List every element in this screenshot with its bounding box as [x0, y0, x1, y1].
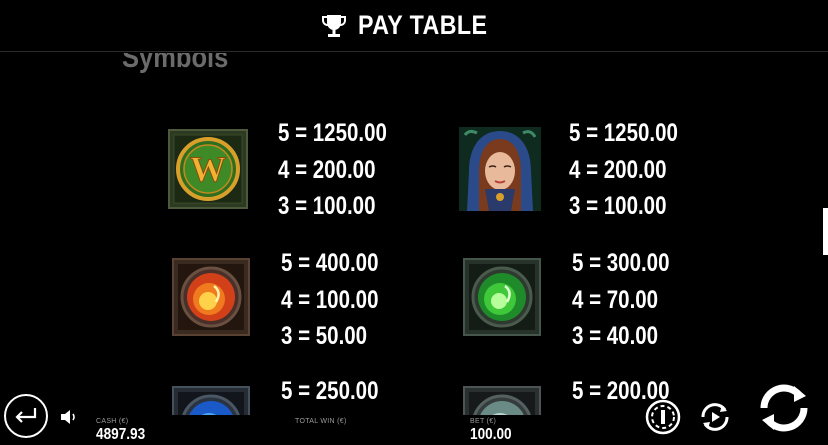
payout-5: 5 = 400.00: [281, 249, 379, 277]
payout-list: 5 = 1250.00 4 = 200.00 3 = 100.00: [569, 115, 678, 225]
coin-stack-icon[interactable]: [645, 399, 681, 435]
payout-4: 4 = 200.00: [569, 155, 667, 184]
payout-list: 5 = 250.00: [281, 373, 378, 410]
payout-5: 5 = 250.00: [281, 377, 379, 405]
payout-list: 5 = 1250.00 4 = 200.00 3 = 100.00: [278, 115, 387, 225]
hooded-woman-symbol-icon: [459, 127, 541, 211]
scrollbar-thumb[interactable]: [823, 208, 828, 255]
payout-5: 5 = 300.00: [572, 249, 670, 277]
speaker-icon[interactable]: [58, 406, 80, 428]
payout-3: 3 = 100.00: [278, 192, 376, 220]
payout-list: 5 = 300.00 4 = 70.00 3 = 40.00: [572, 245, 669, 355]
autoplay-icon[interactable]: [697, 399, 733, 435]
wild-w-symbol-icon: W: [168, 129, 248, 209]
payout-list: 5 = 400.00 4 = 100.00 3 = 50.00: [281, 245, 378, 355]
svg-text:W: W: [190, 149, 226, 189]
payout-4: 4 = 200.00: [278, 155, 376, 184]
back-button[interactable]: [4, 394, 48, 438]
return-arrow-icon: [15, 408, 37, 423]
cash-label: CASH (€): [96, 418, 129, 425]
pay-table-header: PAY TABLE: [0, 0, 828, 52]
trophy-icon: [321, 14, 346, 37]
bet-value: 100.00: [470, 426, 512, 443]
silver-orb-symbol-icon: [463, 386, 541, 415]
bet-label: BET (€): [470, 418, 497, 425]
spin-icon[interactable]: [756, 380, 812, 436]
fire-orb-symbol-icon: [172, 258, 250, 336]
payout-4: 4 = 100.00: [281, 285, 379, 314]
payout-3: 3 = 40.00: [572, 322, 659, 350]
cash-value: 4897.93: [96, 426, 146, 443]
payout-5: 5 = 1250.00: [569, 119, 678, 147]
pay-table-content[interactable]: Symbols W 5 = 1250.00 4 = 200.00 3 = 100…: [0, 53, 828, 415]
total-win-label: TOTAL WIN (€): [295, 418, 347, 425]
page-title: PAY TABLE: [357, 10, 488, 40]
payout-5: 5 = 1250.00: [278, 119, 387, 147]
payout-4: 4 = 70.00: [572, 285, 659, 314]
payout-3: 3 = 50.00: [281, 322, 368, 350]
blue-orb-symbol-icon: [172, 386, 250, 415]
green-orb-symbol-icon: [463, 258, 541, 336]
section-title: Symbols: [122, 53, 229, 74]
payout-3: 3 = 100.00: [569, 192, 667, 220]
